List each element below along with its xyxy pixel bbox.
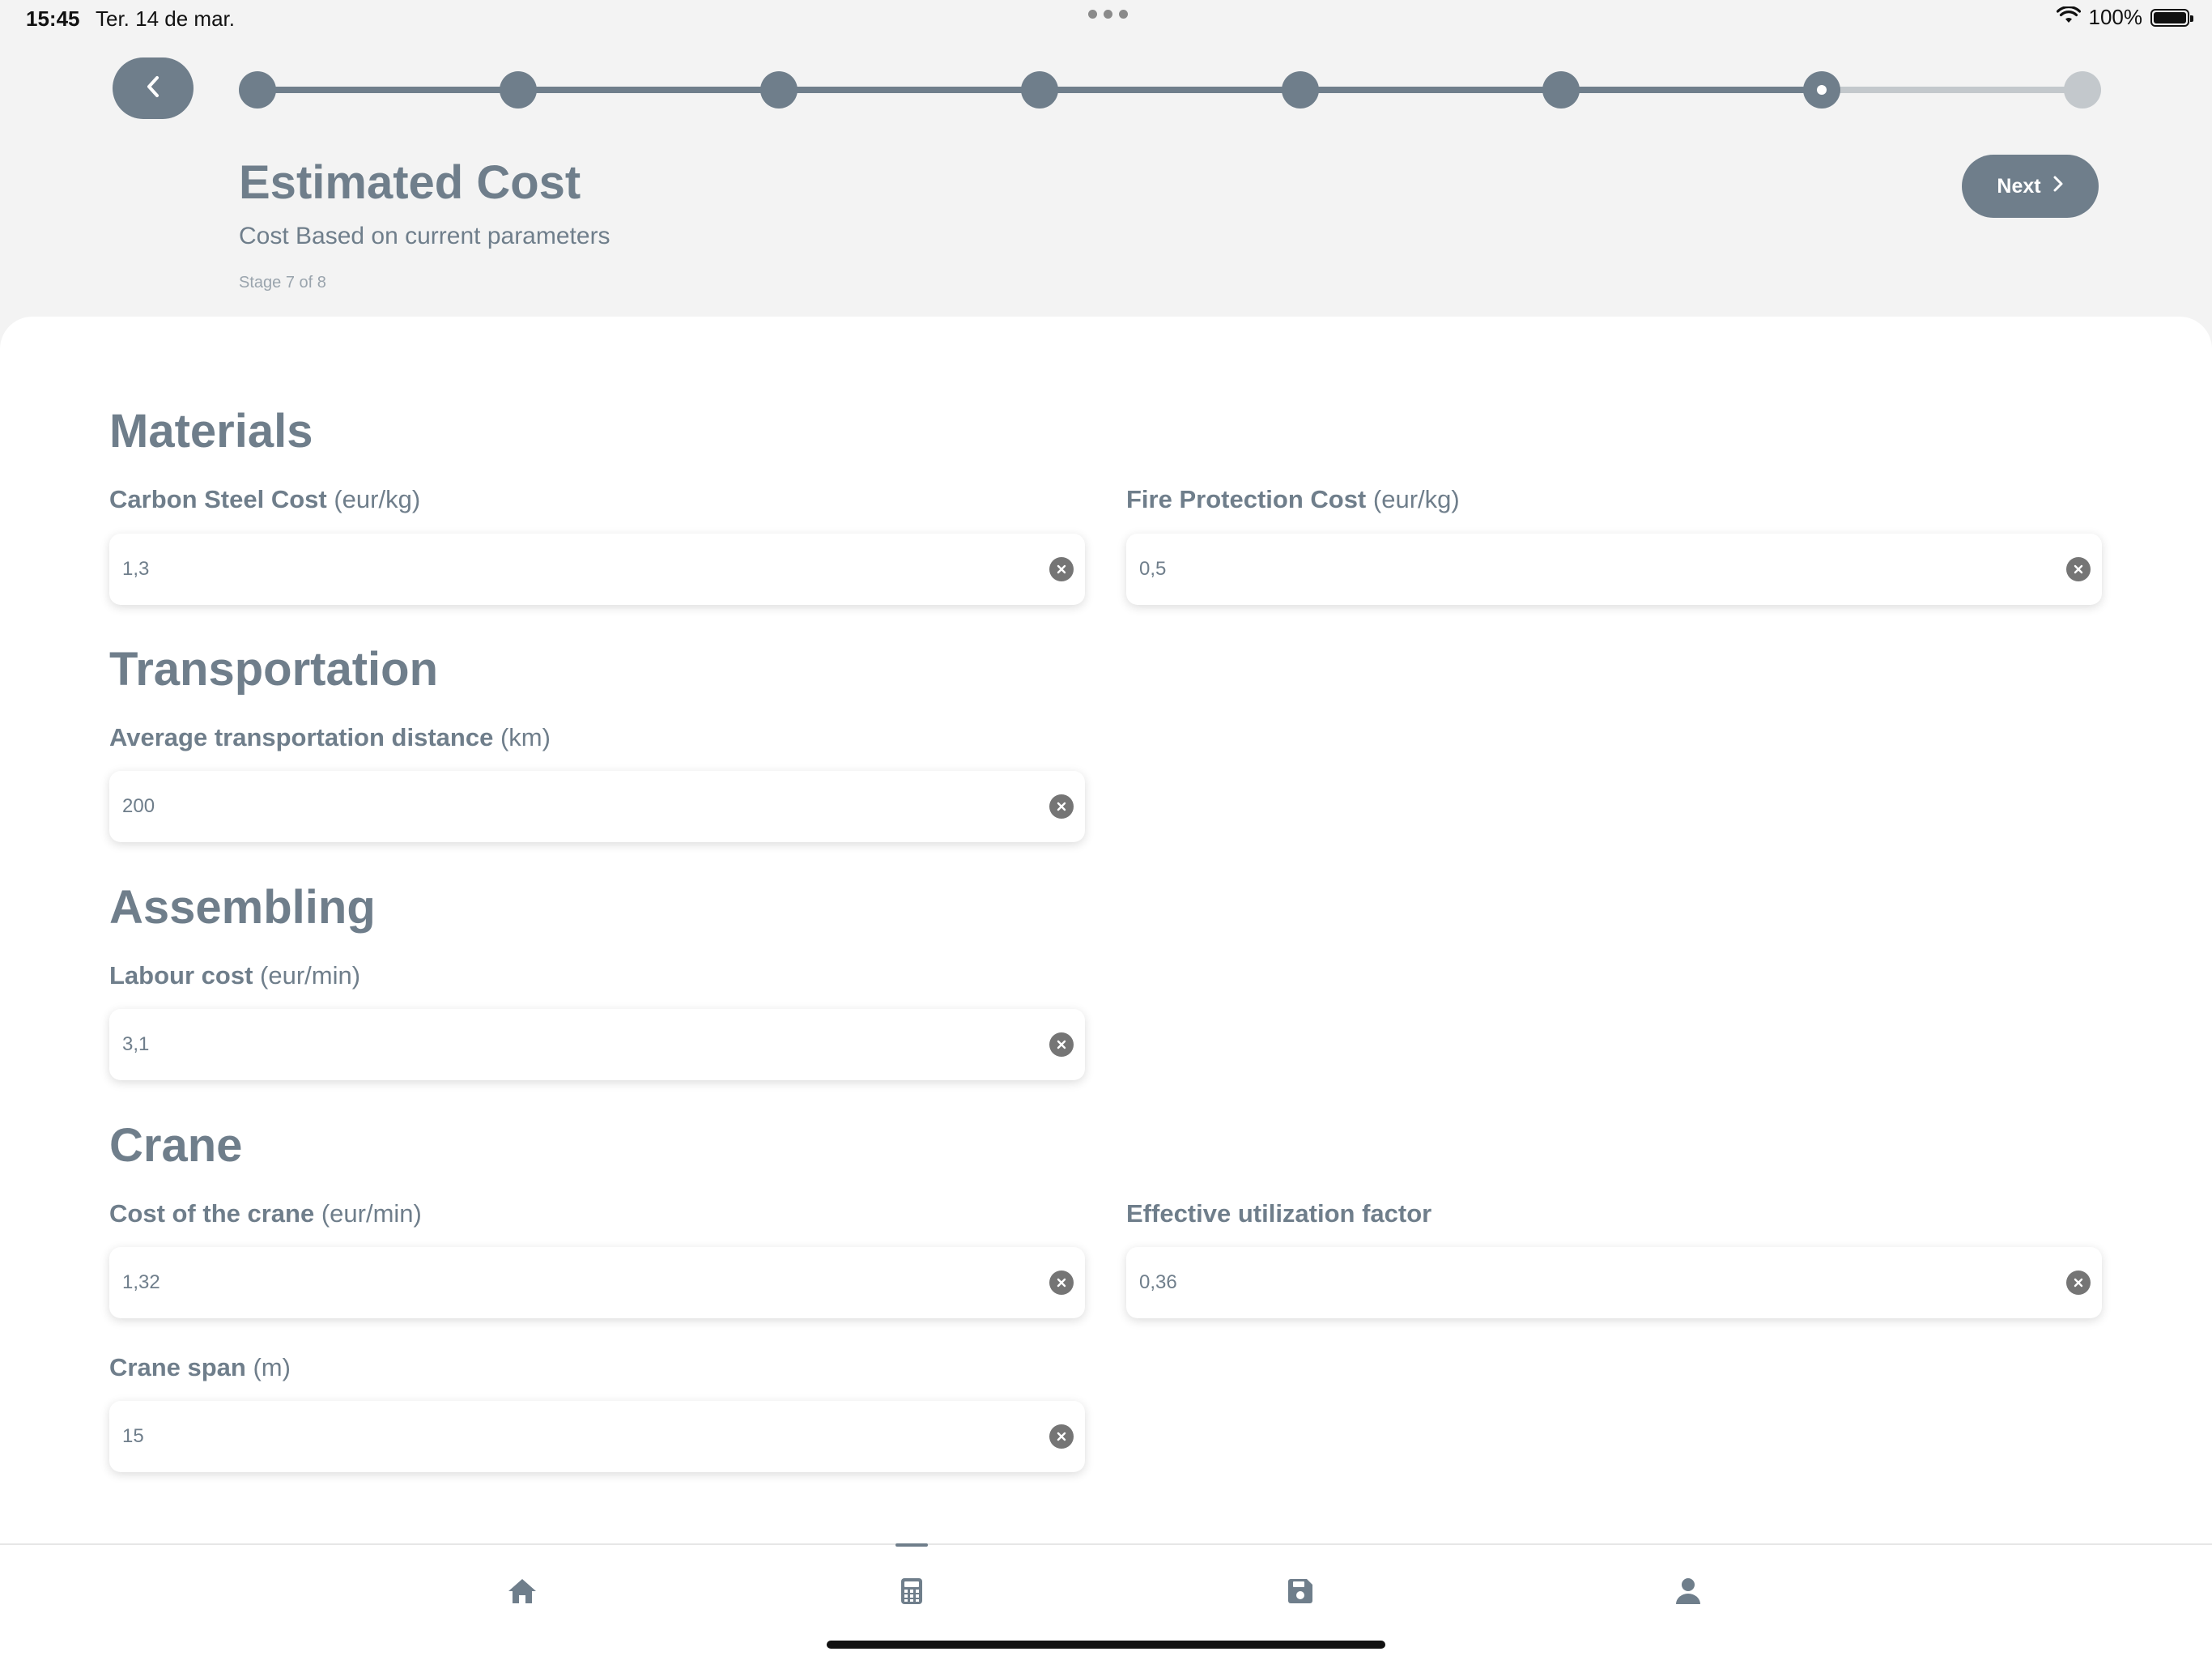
active-tab-indicator	[895, 1543, 928, 1547]
person-icon	[1675, 1577, 1701, 1609]
label-unit: (eur/min)	[321, 1199, 422, 1228]
crane-cost-input[interactable]: 1,32	[109, 1247, 1085, 1318]
clear-icon[interactable]	[2066, 1271, 2091, 1295]
stepper-line-pending	[1822, 87, 2082, 93]
progress-stepper	[239, 71, 2101, 109]
tab-calculator[interactable]	[891, 1573, 932, 1613]
chevron-right-icon	[2052, 175, 2064, 198]
next-button-label: Next	[1997, 174, 2041, 198]
stage-indicator: Stage 7 of 8	[239, 274, 326, 292]
input-value: 0,5	[1139, 558, 1167, 580]
section-title-assembling: Assembling	[109, 881, 376, 934]
clear-icon[interactable]	[1049, 794, 1074, 819]
step-4	[1021, 71, 1058, 109]
labour-input[interactable]: 3,1	[109, 1009, 1085, 1080]
labour-label: Labour cost (eur/min)	[109, 961, 360, 990]
home-indicator	[827, 1641, 1385, 1649]
step-6	[1542, 71, 1580, 109]
wifi-icon	[2056, 6, 2081, 28]
crane-cost-label: Cost of the crane (eur/min)	[109, 1199, 422, 1228]
label-unit: (km)	[500, 723, 551, 751]
clear-icon[interactable]	[1049, 1424, 1074, 1449]
battery-percent: 100%	[2088, 5, 2143, 29]
input-value: 0,36	[1139, 1271, 1177, 1293]
input-value: 3,1	[122, 1033, 150, 1055]
utilization-label: Effective utilization factor	[1126, 1199, 1431, 1228]
chevron-left-icon	[144, 74, 162, 103]
status-right: 100%	[2056, 5, 2193, 30]
label-text: Cost of the crane	[109, 1199, 315, 1228]
step-8	[2064, 71, 2101, 109]
clear-icon[interactable]	[1049, 1032, 1074, 1057]
next-button[interactable]: Next	[1962, 155, 2099, 218]
tab-saved[interactable]	[1280, 1573, 1321, 1613]
status-time: 15:45	[26, 6, 80, 31]
fire-protection-input[interactable]: 0,5	[1126, 534, 2102, 605]
status-bar: 15:45 Ter. 14 de mar. 100%	[0, 0, 2212, 39]
input-value: 1,32	[122, 1271, 160, 1293]
step-2	[500, 71, 537, 109]
label-unit: (m)	[253, 1353, 291, 1381]
step-5	[1282, 71, 1319, 109]
label-text: Labour cost	[109, 961, 253, 990]
label-unit: (eur/min)	[260, 961, 361, 990]
carbon-steel-input[interactable]: 1,3	[109, 534, 1085, 605]
carbon-steel-label: Carbon Steel Cost (eur/kg)	[109, 485, 420, 514]
distance-label: Average transportation distance (km)	[109, 723, 551, 752]
save-icon	[1287, 1578, 1313, 1608]
label-text: Average transportation distance	[109, 723, 494, 751]
clear-icon[interactable]	[2066, 557, 2091, 581]
tab-home[interactable]	[502, 1573, 542, 1613]
page-title: Estimated Cost	[239, 156, 581, 209]
section-title-transportation: Transportation	[109, 643, 439, 696]
section-title-materials: Materials	[109, 405, 313, 458]
step-1	[239, 71, 276, 109]
home-icon	[507, 1577, 538, 1609]
utilization-input[interactable]: 0,36	[1126, 1247, 2102, 1318]
page-subtitle: Cost Based on current parameters	[239, 223, 610, 249]
input-value: 1,3	[122, 558, 150, 580]
crane-span-label: Crane span (m)	[109, 1353, 291, 1382]
label-text: Carbon Steel Cost	[109, 485, 327, 513]
step-3	[760, 71, 798, 109]
status-date: Ter. 14 de mar.	[96, 6, 235, 31]
crane-span-input[interactable]: 15	[109, 1401, 1085, 1472]
form-card: Materials Carbon Steel Cost (eur/kg) 1,3…	[0, 317, 2212, 1543]
section-title-crane: Crane	[109, 1119, 243, 1172]
multitasking-dots-icon[interactable]	[1088, 10, 1128, 19]
clear-icon[interactable]	[1049, 557, 1074, 581]
input-value: 15	[122, 1425, 144, 1447]
label-unit: (eur/kg)	[334, 485, 421, 513]
battery-icon	[2150, 8, 2193, 27]
label-text: Crane span	[109, 1353, 246, 1381]
calculator-icon	[900, 1577, 923, 1609]
tab-bar	[0, 1543, 2212, 1660]
step-7-current	[1803, 71, 1840, 109]
label-text: Fire Protection Cost	[1126, 485, 1367, 513]
fire-protection-label: Fire Protection Cost (eur/kg)	[1126, 485, 1460, 514]
back-button[interactable]	[113, 57, 194, 119]
input-value: 200	[122, 795, 155, 817]
clear-icon[interactable]	[1049, 1271, 1074, 1295]
label-unit: (eur/kg)	[1372, 485, 1460, 513]
label-text: Effective utilization factor	[1126, 1199, 1432, 1228]
distance-input[interactable]: 200	[109, 771, 1085, 842]
tab-profile[interactable]	[1668, 1573, 1708, 1613]
